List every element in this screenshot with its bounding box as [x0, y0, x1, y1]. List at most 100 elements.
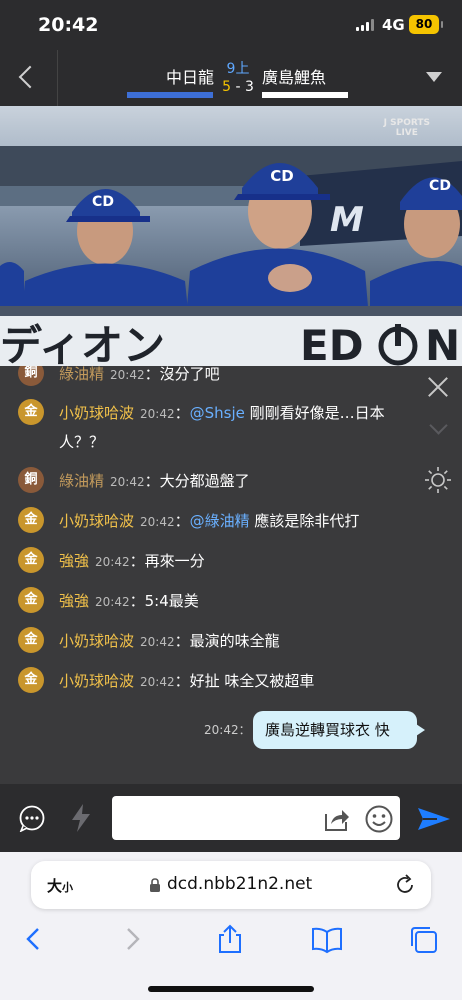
chat-time: 20:42 — [110, 368, 145, 382]
chat-username[interactable]: 小奶球哈波 — [59, 512, 134, 530]
my-time-value: 20:42 — [204, 723, 239, 737]
share-icon[interactable] — [322, 806, 350, 832]
medal-badge: 銅 — [18, 366, 44, 386]
home-indicator — [148, 986, 314, 992]
medal-badge: 銅 — [18, 467, 44, 493]
chat-username[interactable]: 綠油精 — [59, 472, 104, 490]
chat-username[interactable]: 強強 — [59, 552, 89, 570]
tabs-icon[interactable] — [408, 924, 440, 954]
video-banner-right: ED — [300, 321, 364, 366]
my-time-colon: ： — [238, 723, 251, 737]
home-team-bar — [127, 92, 213, 98]
chat-colon: ： — [174, 672, 190, 690]
broadcaster-logo: J SPORTS — [383, 118, 430, 128]
away-team-bar — [262, 92, 348, 98]
medal-badge: 金 — [18, 399, 44, 425]
chat-time: 20:42 — [140, 635, 175, 649]
my-message-time: 20:42： — [204, 721, 251, 738]
chat-time: 20:42 — [140, 407, 175, 421]
chat-time: 20:42 — [95, 555, 130, 569]
svg-text:CD: CD — [92, 194, 114, 210]
lightning-icon[interactable] — [68, 803, 94, 833]
reload-icon[interactable] — [394, 874, 416, 896]
text-size-large: 大 — [47, 877, 63, 895]
game-header: 中日龍 9上 5 - 3 廣島鯉魚 — [0, 50, 462, 106]
chat-time: 20:42 — [110, 475, 145, 489]
home-score: 5 — [222, 79, 232, 95]
medal-badge: 金 — [18, 667, 44, 693]
brightness-icon[interactable] — [424, 466, 452, 494]
signal-icon — [356, 19, 376, 31]
medal-badge: 金 — [18, 547, 44, 573]
inning-label: 9上 — [226, 61, 250, 77]
chat-text: 好扯 味全又被超車 — [189, 672, 315, 690]
chat-colon: ： — [129, 552, 145, 570]
text-size-button[interactable]: 大小 — [47, 875, 73, 896]
chat-time: 20:42 — [140, 675, 175, 689]
chat-colon: ： — [174, 512, 190, 530]
home-team-name: 中日龍 — [165, 68, 214, 87]
score-separator: - — [231, 79, 245, 95]
away-team-name: 廣島鯉魚 — [262, 68, 327, 87]
send-icon[interactable] — [417, 806, 451, 832]
chat-message-input[interactable] — [112, 796, 400, 840]
chat-colon: ： — [174, 404, 190, 422]
live-label: LIVE — [395, 128, 418, 138]
chat-username[interactable]: 強強 — [59, 592, 89, 610]
text-size-small: 小 — [62, 881, 74, 894]
network-type: 4G — [382, 16, 405, 34]
chat-text: 應該是除非代打 — [249, 512, 360, 530]
bookmarks-icon[interactable] — [311, 924, 343, 954]
score: 5 - 3 — [214, 79, 262, 95]
browser-back-icon[interactable] — [18, 924, 50, 954]
my-message: 20:42： 廣島逆轉買球衣 快 — [200, 711, 430, 749]
chat-text: 再來一分 — [144, 552, 205, 570]
medal-badge: 金 — [18, 587, 44, 613]
lock-icon — [150, 878, 160, 892]
url-text[interactable]: dcd.nbb21n2.net — [167, 874, 312, 894]
chat-input-bar — [0, 784, 462, 852]
chat-colon: ： — [144, 472, 160, 490]
close-icon[interactable] — [425, 374, 451, 400]
chat-mention[interactable]: @綠油精 — [190, 512, 250, 530]
chat-text: 最演的味全龍 — [189, 632, 280, 650]
chat-username[interactable]: 小奶球哈波 — [59, 632, 134, 650]
browser-share-icon[interactable] — [214, 924, 246, 954]
video-frame: M CD CD CD ディオン ED N — [0, 106, 462, 366]
battery-icon: 80 — [409, 15, 443, 34]
chat-text: 5:4最美 — [144, 592, 199, 610]
back-button[interactable] — [14, 60, 42, 94]
chevron-down-icon[interactable] — [428, 422, 448, 436]
battery-level: 80 — [415, 17, 433, 31]
chat-mention[interactable]: @Shsje — [190, 404, 245, 422]
my-message-bubble: 廣島逆轉買球衣 快 — [253, 711, 425, 749]
chat-username[interactable]: 小奶球哈波 — [59, 404, 134, 422]
medal-badge: 金 — [18, 507, 44, 533]
browser-forward-icon[interactable] — [116, 924, 148, 954]
video-player[interactable]: M CD CD CD ディオン ED N J SPORTS LIVE — [0, 106, 462, 366]
svg-text:CD: CD — [270, 167, 293, 185]
chat-time: 20:42 — [140, 515, 175, 529]
svg-text:CD: CD — [429, 178, 451, 194]
broadcast-badge: J SPORTS LIVE — [384, 118, 430, 138]
away-score: 3 — [244, 79, 254, 95]
status-time: 20:42 — [38, 14, 99, 36]
chat-colon: ： — [174, 632, 190, 650]
address-bar[interactable]: 大小 dcd.nbb21n2.net — [31, 861, 431, 909]
chat-username[interactable]: 綠油精 — [59, 366, 104, 383]
medal-badge: 金 — [18, 627, 44, 653]
chevron-down-icon[interactable] — [422, 66, 446, 90]
chat-panel[interactable]: 銅 綠油精 20:42：沒分了吧 金 小奶球哈波 20:42：@Shsje 剛剛看好… — [0, 366, 462, 784]
svg-text:M: M — [330, 200, 364, 240]
chat-username[interactable]: 小奶球哈波 — [59, 672, 134, 690]
svg-text:N: N — [425, 321, 460, 366]
chat-text: 沒分了吧 — [159, 366, 220, 383]
chat-colon: ： — [129, 592, 145, 610]
chat-time: 20:42 — [95, 595, 130, 609]
header-divider — [57, 50, 58, 106]
emoji-icon[interactable] — [364, 804, 394, 834]
chat-text: 大分都過盤了 — [159, 472, 250, 490]
chat-bubble-icon[interactable] — [18, 804, 46, 832]
video-banner-left: ディオン — [0, 321, 165, 366]
chat-colon: ： — [144, 366, 160, 383]
